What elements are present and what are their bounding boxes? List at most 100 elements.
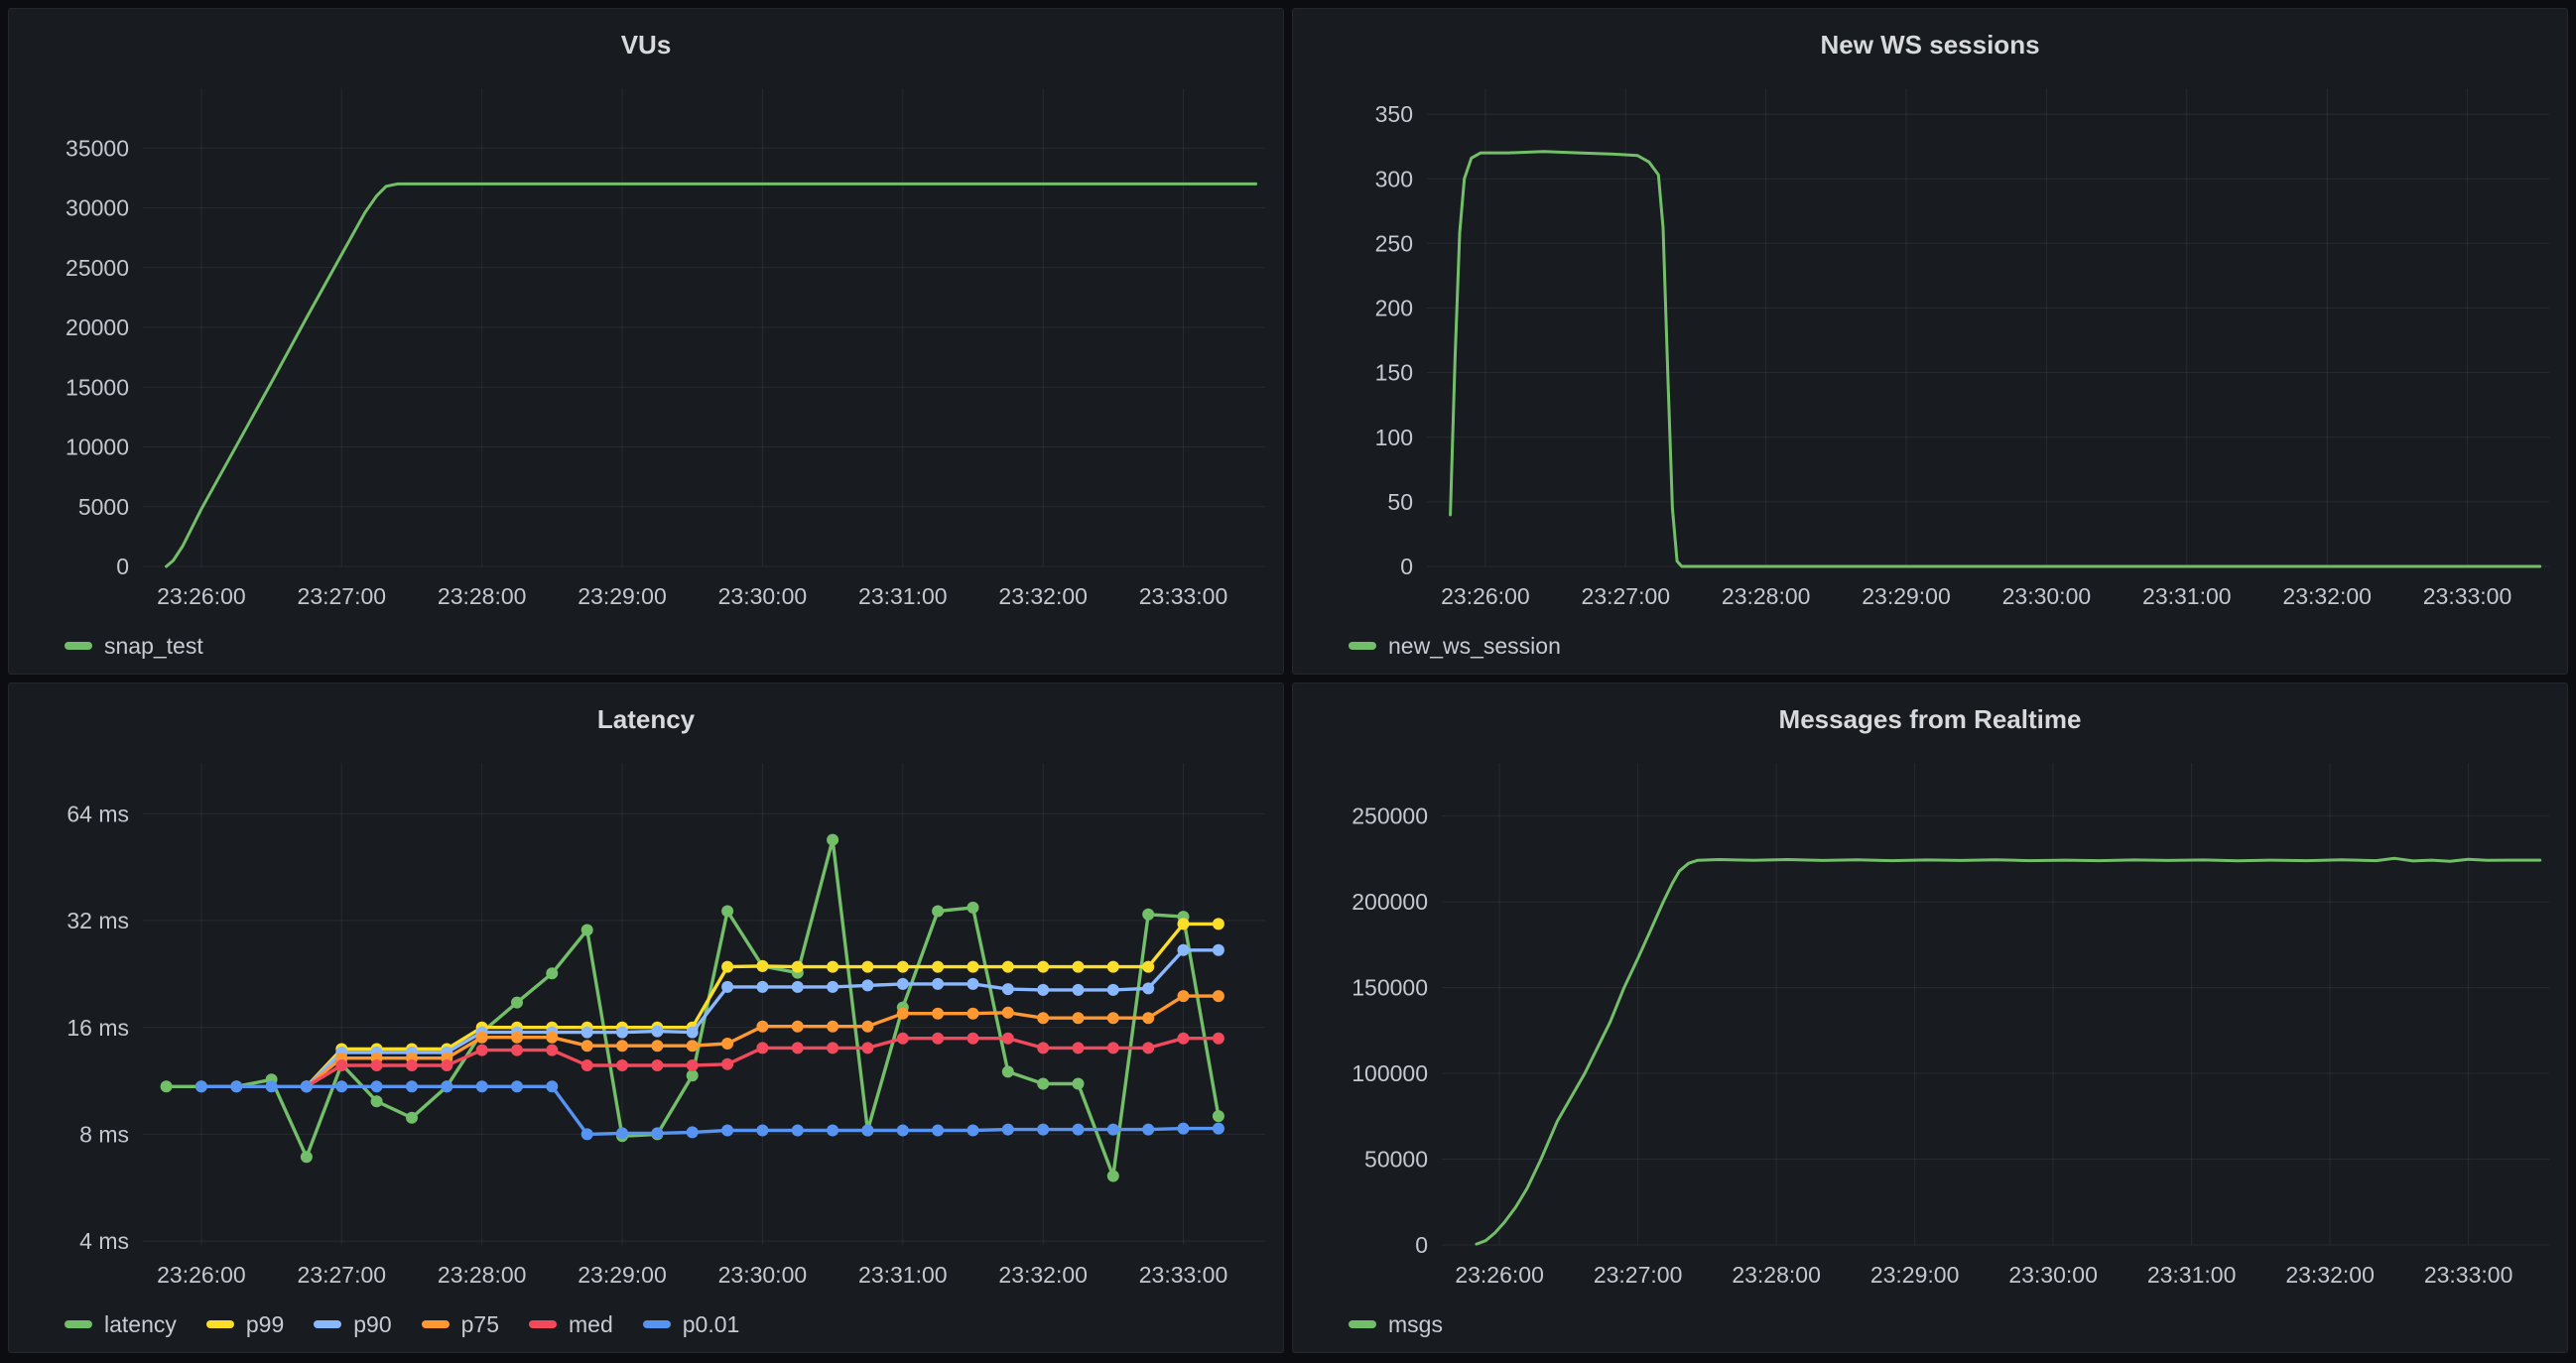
series-point-med — [932, 1033, 944, 1045]
series-point-med — [581, 1059, 593, 1071]
series-point-med — [511, 1045, 523, 1056]
panel-title-vus[interactable]: VUs — [9, 9, 1283, 70]
series-point-latency — [1213, 1110, 1224, 1122]
series-point-p0.01 — [406, 1080, 418, 1092]
series-point-p0.01 — [441, 1080, 452, 1092]
series-point-med — [687, 1059, 699, 1071]
series-point-med — [371, 1059, 383, 1071]
series-point-p0.01 — [230, 1080, 242, 1092]
series-point-p0.01 — [932, 1125, 944, 1137]
x-tick-label: 23:33:00 — [2423, 583, 2512, 609]
x-tick-label: 23:32:00 — [2282, 583, 2372, 609]
series-point-p99 — [1213, 918, 1224, 929]
panel-title-new-ws-sessions[interactable]: New WS sessions — [1293, 9, 2567, 70]
legend-item-p99[interactable]: p99 — [206, 1311, 284, 1338]
series-point-p75 — [967, 1008, 979, 1020]
series-point-p99 — [721, 961, 733, 973]
new-ws-sessions-chart[interactable]: 05010015020025030035023:26:0023:27:0023:… — [1293, 70, 2567, 628]
series-point-p0.01 — [1073, 1124, 1085, 1136]
series-point-p75 — [932, 1008, 944, 1020]
series-point-p0.01 — [967, 1125, 979, 1137]
series-point-p75 — [476, 1032, 488, 1044]
legend-swatch — [422, 1320, 450, 1328]
series-point-p75 — [897, 1008, 909, 1020]
x-tick-label: 23:29:00 — [578, 1262, 667, 1288]
x-tick-label: 23:32:00 — [998, 1262, 1088, 1288]
series-point-p90 — [827, 981, 838, 993]
y-tick-label: 150 — [1375, 360, 1413, 386]
legend-item-p0.01[interactable]: p0.01 — [643, 1311, 740, 1338]
x-tick-label: 23:26:00 — [157, 1262, 246, 1288]
series-point-p75 — [1178, 990, 1190, 1002]
y-tick-label: 10000 — [65, 434, 129, 460]
panel-title-latency[interactable]: Latency — [9, 683, 1283, 745]
series-point-p90 — [967, 978, 979, 990]
series-point-med — [827, 1042, 838, 1053]
series-point-p75 — [651, 1040, 663, 1052]
panel-title-messages[interactable]: Messages from Realtime — [1293, 683, 2567, 745]
messages-legend: msgs — [1293, 1306, 2567, 1352]
legend-item-med[interactable]: med — [529, 1311, 613, 1338]
panel-vus: VUs 050001000015000200002500030000350002… — [8, 8, 1284, 675]
legend-item-new_ws_session[interactable]: new_ws_session — [1349, 633, 1561, 660]
series-point-p75 — [1213, 990, 1224, 1002]
panel-new-ws-sessions: New WS sessions 05010015020025030035023:… — [1292, 8, 2568, 675]
series-point-p99 — [1107, 961, 1119, 973]
series-point-p75 — [511, 1032, 523, 1044]
legend-label: msgs — [1388, 1311, 1443, 1338]
y-tick-label: 150000 — [1352, 975, 1428, 1001]
series-point-p99 — [827, 961, 838, 973]
series-point-med — [1002, 1033, 1014, 1045]
series-point-p90 — [897, 978, 909, 990]
series-point-p0.01 — [335, 1080, 347, 1092]
x-tick-label: 23:30:00 — [2002, 583, 2092, 609]
y-tick-label: 0 — [1415, 1232, 1428, 1258]
series-point-p75 — [1073, 1012, 1085, 1024]
series-point-p0.01 — [792, 1125, 804, 1137]
y-tick-label: 35000 — [65, 135, 129, 161]
series-point-latency — [1002, 1065, 1014, 1077]
series-point-p0.01 — [266, 1080, 278, 1092]
series-point-p0.01 — [1178, 1123, 1190, 1135]
y-tick-label: 15000 — [65, 374, 129, 400]
new-ws-sessions-legend: new_ws_session — [1293, 628, 2567, 674]
series-point-p99 — [897, 961, 909, 973]
series-point-p0.01 — [897, 1125, 909, 1137]
legend-item-latency[interactable]: latency — [64, 1311, 177, 1338]
series-point-p99 — [1002, 961, 1014, 973]
x-tick-label: 23:27:00 — [298, 1262, 387, 1288]
dashboard: VUs 050001000015000200002500030000350002… — [0, 0, 2576, 1363]
vus-legend: snap_test — [9, 628, 1283, 674]
x-tick-label: 23:29:00 — [1862, 583, 1951, 609]
series-point-med — [1142, 1042, 1154, 1053]
series-point-latency — [721, 906, 733, 918]
series-point-p90 — [687, 1027, 699, 1039]
x-tick-label: 23:27:00 — [1582, 583, 1671, 609]
series-point-p0.01 — [546, 1080, 558, 1092]
legend-item-p75[interactable]: p75 — [422, 1311, 499, 1338]
series-point-p75 — [1037, 1012, 1049, 1024]
legend-item-msgs[interactable]: msgs — [1349, 1311, 1443, 1338]
series-point-p75 — [581, 1040, 593, 1052]
legend-item-snap_test[interactable]: snap_test — [64, 633, 203, 660]
y-tick-label: 50000 — [1364, 1147, 1428, 1173]
series-point-latency — [1107, 1171, 1119, 1182]
legend-item-p90[interactable]: p90 — [314, 1311, 391, 1338]
messages-chart[interactable]: 05000010000015000020000025000023:26:0023… — [1293, 745, 2567, 1306]
series-point-latency — [1073, 1078, 1085, 1090]
x-tick-label: 23:26:00 — [157, 583, 246, 609]
series-point-p0.01 — [476, 1080, 488, 1092]
legend-swatch — [1349, 1320, 1376, 1328]
latency-chart[interactable]: 4 ms8 ms16 ms32 ms64 ms23:26:0023:27:002… — [9, 745, 1283, 1306]
x-tick-label: 23:32:00 — [2285, 1262, 2375, 1288]
series-point-med — [721, 1058, 733, 1070]
series-point-p0.01 — [827, 1125, 838, 1137]
vus-chart[interactable]: 0500010000150002000025000300003500023:26… — [9, 70, 1283, 628]
series-point-p0.01 — [616, 1127, 628, 1139]
y-tick-label: 200000 — [1352, 889, 1428, 915]
series-point-latency — [687, 1069, 699, 1081]
series-point-med — [1213, 1033, 1224, 1045]
y-tick-label: 350 — [1375, 101, 1413, 127]
series-point-p0.01 — [651, 1127, 663, 1139]
series-point-p0.01 — [721, 1125, 733, 1137]
